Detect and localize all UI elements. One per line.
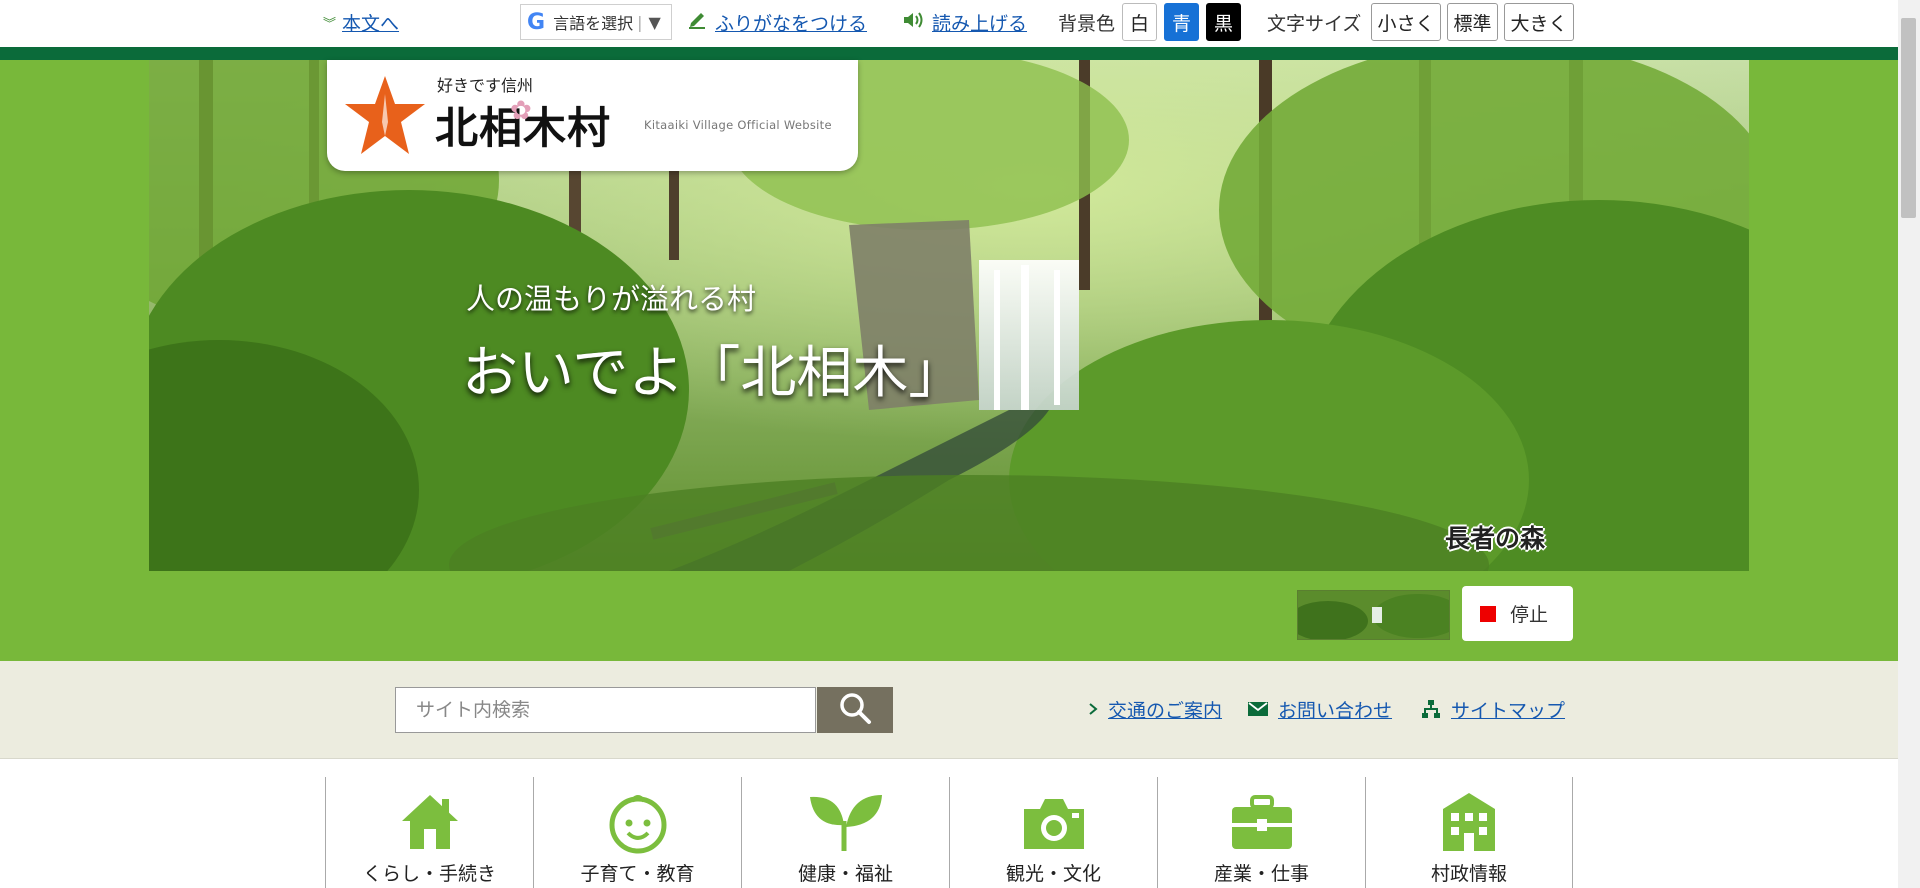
font-standard-button[interactable]: 標準 xyxy=(1447,3,1498,41)
read-aloud-link[interactable]: 読み上げる xyxy=(932,9,1027,36)
sprout-icon xyxy=(808,791,884,859)
baby-face-icon xyxy=(606,791,670,859)
category-industry[interactable]: 産業・仕事 xyxy=(1157,777,1365,888)
skip-to-content-link[interactable]: ︾ 本文へ xyxy=(323,2,399,42)
google-logo-icon: G xyxy=(527,9,546,35)
hero-catch-big: おいでよ「北相木」 xyxy=(462,341,965,406)
skip-link-text[interactable]: 本文へ xyxy=(342,9,399,36)
logo-tagline: 好きです信州 xyxy=(437,76,534,95)
category-tourism[interactable]: 観光・文化 xyxy=(949,777,1157,888)
category-label: 村政情報 xyxy=(1430,863,1507,885)
logo-english-name: Kitaaiki Village Official Website xyxy=(644,118,832,132)
access-link[interactable]: 交通のご案内 xyxy=(1088,694,1222,724)
language-select[interactable]: G 言語を選択 | ▼ xyxy=(520,4,672,40)
contact-link-text[interactable]: お問い合わせ xyxy=(1278,696,1392,723)
category-label: くらし・手続き xyxy=(362,863,496,885)
envelope-icon xyxy=(1248,702,1268,716)
category-living[interactable]: くらし・手続き xyxy=(325,777,533,888)
building-icon xyxy=(1439,791,1499,859)
category-label: 産業・仕事 xyxy=(1213,863,1309,885)
font-large-button[interactable]: 大きく xyxy=(1504,3,1574,41)
chevron-right-icon xyxy=(1088,703,1098,715)
pencil-icon xyxy=(687,10,707,35)
furigana-link[interactable]: ふりがなをつける xyxy=(715,9,867,36)
dropdown-arrow-icon: ▼ xyxy=(648,12,661,32)
contact-link[interactable]: お問い合わせ xyxy=(1248,694,1392,724)
read-aloud-button[interactable]: 読み上げる xyxy=(902,2,1027,42)
search-icon xyxy=(837,690,873,730)
category-childcare[interactable]: 子育て・教育 xyxy=(533,777,741,888)
font-size-label: 文字サイズ xyxy=(1267,12,1362,35)
speaker-icon xyxy=(902,10,924,35)
furigana-toggle[interactable]: ふりがなをつける xyxy=(687,2,867,42)
sitemap-link[interactable]: サイトマップ xyxy=(1421,694,1565,724)
house-icon xyxy=(398,791,462,859)
site-search-input[interactable] xyxy=(395,687,816,733)
category-label: 健康・福祉 xyxy=(797,863,893,885)
camera-icon xyxy=(1020,791,1088,859)
category-government[interactable]: 村政情報 xyxy=(1365,777,1573,888)
search-band xyxy=(0,661,1898,759)
category-label: 観光・文化 xyxy=(1005,863,1101,885)
bg-blue-button[interactable]: 青 xyxy=(1164,3,1199,41)
access-link-text[interactable]: 交通のご案内 xyxy=(1108,696,1222,723)
category-menu: くらし・手続き 子育て・教育 健康・福祉 観光・文化 産業・仕事 村政情報 xyxy=(325,777,1574,888)
bg-white-button[interactable]: 白 xyxy=(1122,3,1157,41)
divider: | xyxy=(637,12,643,32)
category-health[interactable]: 健康・福祉 xyxy=(741,777,949,888)
chevron-down-icon: ︾ xyxy=(323,16,337,32)
briefcase-icon xyxy=(1230,791,1294,859)
site-logo[interactable]: 好きです信州 北相木村 ✿ Kitaaiki Village Official … xyxy=(327,60,858,171)
slideshow-stop-button[interactable]: 停止 xyxy=(1462,586,1573,641)
stop-label: 停止 xyxy=(1510,604,1549,626)
hero-catch-small: 人の温もりが溢れる村 xyxy=(466,282,757,316)
sitemap-icon xyxy=(1421,699,1441,719)
maple-star-logo-icon xyxy=(343,74,427,162)
header-divider xyxy=(0,47,1898,60)
stop-icon xyxy=(1480,605,1496,622)
search-button[interactable] xyxy=(817,687,893,733)
background-color-label: 背景色 xyxy=(1058,12,1116,35)
bg-black-button[interactable]: 黒 xyxy=(1206,3,1241,41)
flower-icon: ✿ xyxy=(510,96,532,126)
language-select-label: 言語を選択 xyxy=(553,14,634,33)
scrollbar-thumb[interactable] xyxy=(1901,18,1916,218)
category-label: 子育て・教育 xyxy=(580,863,695,885)
slide-thumbnail[interactable] xyxy=(1297,590,1450,640)
sitemap-link-text[interactable]: サイトマップ xyxy=(1451,696,1565,723)
font-small-button[interactable]: 小さく xyxy=(1371,3,1441,41)
photo-caption: 長者の森 xyxy=(1445,524,1546,553)
